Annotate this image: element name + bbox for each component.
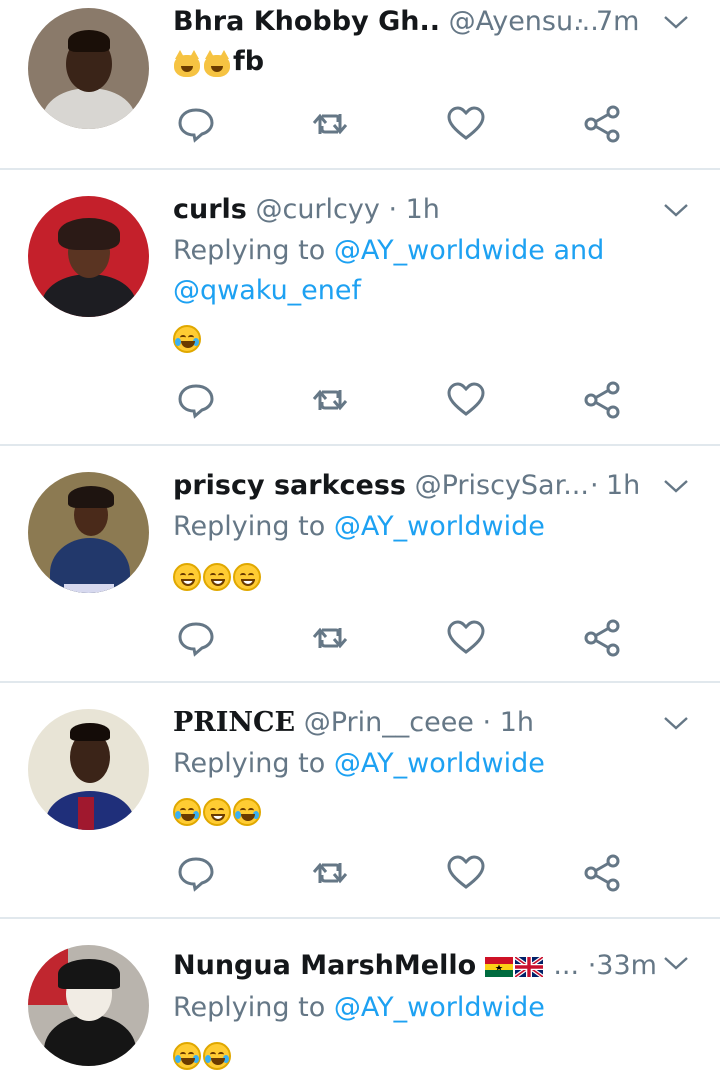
action-bar: [176, 853, 626, 893]
separator: ·: [590, 470, 599, 501]
share-icon[interactable]: [582, 853, 622, 893]
retweet-icon[interactable]: [310, 853, 350, 893]
replying-to-label: Replying to: [173, 992, 326, 1023]
tweet[interactable]: curls @curlcyy · 1h Replying to @AY_worl…: [0, 170, 720, 446]
avatar[interactable]: [28, 196, 149, 317]
name-truncation: ...: [553, 950, 580, 981]
author-name[interactable]: Nungua MarshMello: [173, 950, 476, 981]
tweet-text: [173, 1035, 233, 1075]
joy-emoji: [173, 1041, 201, 1070]
replying-to-label: Replying to: [173, 511, 326, 542]
timestamp: 7m: [596, 6, 640, 37]
tweet[interactable]: Nungua MarshMello ... ·33m Replying to @…: [0, 919, 720, 1090]
replying-to: Replying to @AY_worldwide: [173, 507, 673, 547]
tweet-text: [173, 318, 203, 358]
cat-joy-emoji: [203, 49, 231, 77]
replying-to: Replying to @AY_worldwide: [173, 988, 673, 1028]
joy-emoji: [173, 324, 201, 353]
mention-link[interactable]: @AY_worldwide: [334, 992, 545, 1023]
action-bar: [176, 104, 626, 144]
uk-flag-icon: [514, 956, 543, 977]
tweet[interactable]: PRINCE @Prin__ceee · 1h Replying to @AY_…: [0, 683, 720, 919]
chevron-down-icon[interactable]: [662, 476, 690, 496]
author-handle[interactable]: @PriscySar...: [415, 470, 589, 501]
replying-to-label: Replying to: [173, 748, 326, 779]
author-handle[interactable]: @Prin__ceee: [304, 707, 474, 738]
reply-icon[interactable]: [176, 618, 216, 658]
avatar[interactable]: [28, 472, 149, 593]
separator: ·: [576, 6, 585, 37]
tweet-header: PRINCE @Prin__ceee · 1h: [173, 703, 663, 743]
grin-emoji: [173, 562, 201, 591]
chevron-down-icon[interactable]: [662, 713, 690, 733]
grin-emoji: [203, 797, 231, 826]
action-bar: [176, 618, 626, 658]
tweet[interactable]: priscy sarkcess @PriscySar... · 1h Replyi…: [0, 446, 720, 683]
share-icon[interactable]: [582, 618, 622, 658]
chevron-down-icon[interactable]: [662, 953, 690, 973]
timestamp: 1h: [606, 470, 641, 501]
tweet-header: Nungua MarshMello ... ·33m: [173, 946, 663, 986]
joy-emoji: [203, 1041, 231, 1070]
share-icon[interactable]: [582, 104, 622, 144]
action-bar: [176, 380, 626, 420]
tweet-feed: Bhra Khobby Gh.. @Ayensu... · 7m fb curls…: [0, 0, 720, 1090]
share-icon[interactable]: [582, 380, 622, 420]
reply-icon[interactable]: [176, 853, 216, 893]
grin-emoji: [203, 562, 231, 591]
avatar[interactable]: [28, 709, 149, 830]
reply-icon[interactable]: [176, 380, 216, 420]
separator: ·: [482, 707, 492, 738]
author-name[interactable]: PRINCE: [173, 707, 295, 738]
tweet-text: fb: [173, 42, 264, 82]
timestamp: 1h: [405, 194, 440, 225]
author-handle[interactable]: @curlcyy: [255, 194, 379, 225]
retweet-icon[interactable]: [310, 104, 350, 144]
reply-icon[interactable]: [176, 104, 216, 144]
timestamp: 1h: [499, 707, 534, 738]
author-name[interactable]: Bhra Khobby Gh..: [173, 6, 440, 37]
grin-emoji: [233, 562, 261, 591]
separator: ·: [587, 950, 597, 981]
mention-link[interactable]: @qwaku_enef: [173, 275, 361, 306]
like-icon[interactable]: [446, 380, 486, 420]
joy-emoji: [173, 797, 201, 826]
avatar[interactable]: [28, 945, 149, 1066]
author-name[interactable]: priscy sarkcess: [173, 470, 406, 501]
mention-link[interactable]: @AY_worldwide: [334, 511, 545, 542]
tweet-header: curls @curlcyy · 1h: [173, 190, 663, 230]
retweet-icon[interactable]: [310, 618, 350, 658]
tweet-text: [173, 791, 263, 831]
chevron-down-icon[interactable]: [662, 12, 690, 32]
tweet[interactable]: Bhra Khobby Gh.. @Ayensu... · 7m fb: [0, 0, 720, 170]
mention-link[interactable]: @AY_worldwide and: [334, 235, 604, 266]
tweet-text: [173, 556, 263, 596]
separator: ·: [388, 194, 398, 225]
replying-to: Replying to @AY_worldwide: [173, 744, 673, 784]
like-icon[interactable]: [446, 853, 486, 893]
like-icon[interactable]: [446, 104, 486, 144]
chevron-down-icon[interactable]: [662, 200, 690, 220]
replying-to: Replying to @AY_worldwide and @qwaku_ene…: [173, 231, 673, 311]
ghana-flag-icon: [484, 956, 513, 977]
joy-emoji: [233, 797, 261, 826]
retweet-icon[interactable]: [310, 380, 350, 420]
cat-joy-emoji: [173, 49, 201, 77]
tweet-header: priscy sarkcess @PriscySar... · 1h: [173, 466, 663, 506]
like-icon[interactable]: [446, 618, 486, 658]
tweet-header: Bhra Khobby Gh.. @Ayensu... · 7m: [173, 2, 663, 42]
avatar[interactable]: [28, 8, 149, 129]
author-name[interactable]: curls: [173, 194, 247, 225]
mention-link[interactable]: @AY_worldwide: [334, 748, 545, 779]
timestamp: 33m: [596, 950, 657, 981]
tweet-body: fb: [233, 46, 265, 77]
replying-to-label: Replying to: [173, 235, 326, 266]
